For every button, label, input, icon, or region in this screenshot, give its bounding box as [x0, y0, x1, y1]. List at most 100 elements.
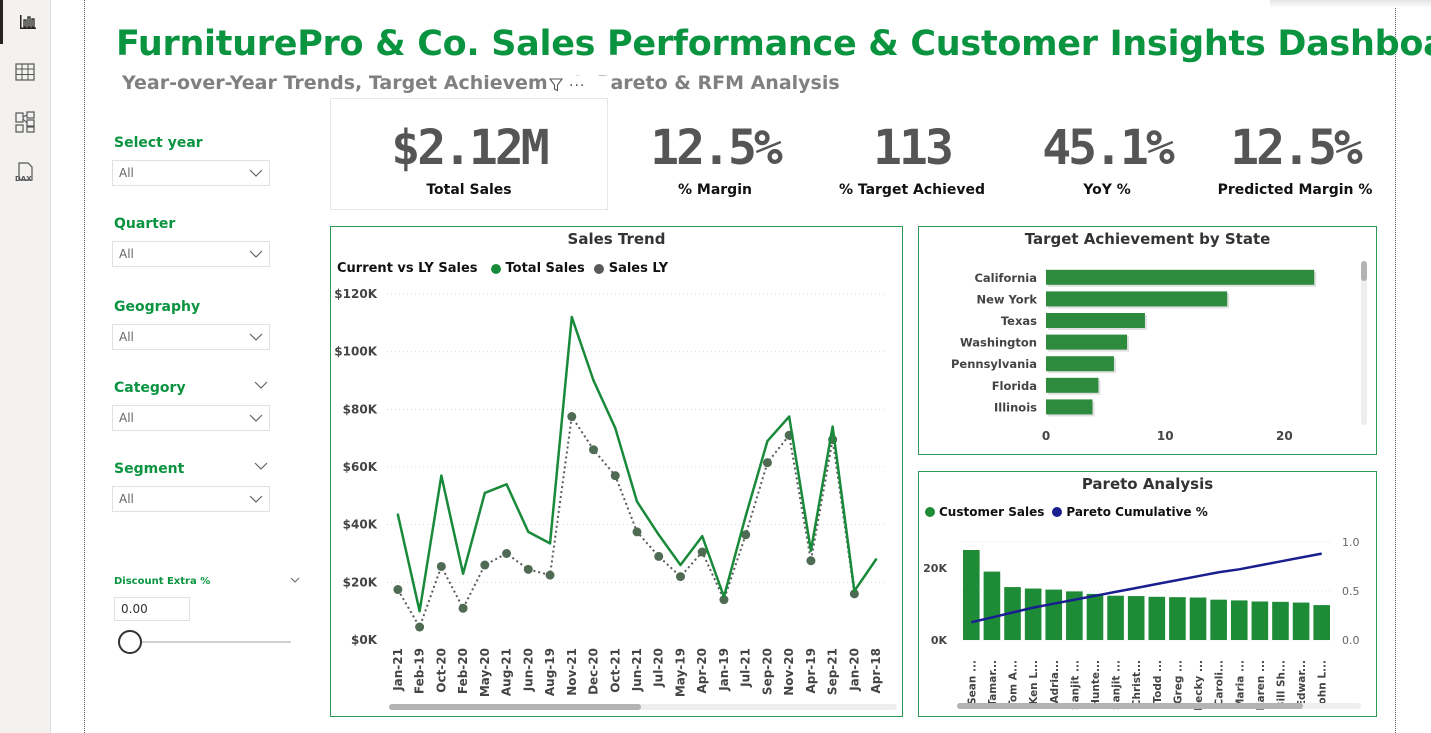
y-category-label: California [974, 271, 1037, 285]
y-tick-label: $60K [343, 460, 378, 474]
x-tick-label: John L... [1317, 660, 1329, 709]
customer-sales-bar [1210, 599, 1227, 640]
target-achieved-card[interactable]: 113 % Target Achieved [817, 120, 1007, 198]
total-sales-card[interactable]: $2.12M Total Sales [330, 120, 608, 198]
customer-sales-bar [1127, 596, 1145, 640]
category-slicer-label: Category [114, 380, 186, 396]
sales-ly-point [762, 458, 772, 468]
x-tick-label: Aug-21 [500, 648, 514, 696]
total-sales-point [505, 483, 508, 486]
total-sales-point [701, 535, 704, 538]
segment-dropdown-value: All [119, 492, 134, 506]
predicted-margin-card[interactable]: 12.5% Predicted Margin % [1200, 120, 1390, 198]
view-nav-rail: DAX [0, 0, 51, 733]
customer-sales-bar [1024, 588, 1042, 640]
vertical-scrollbar-thumb[interactable] [1361, 261, 1367, 281]
more-options-icon[interactable]: ··· [569, 78, 585, 94]
discount-value-input[interactable]: 0.00 [114, 597, 190, 621]
discount-slider-track[interactable] [118, 641, 291, 643]
report-title: FurniturePro & Co. Sales Performance & C… [116, 24, 1431, 64]
total-sales-point [744, 514, 747, 518]
target-by-state-visual[interactable]: Target Achievement by State California Ne… [918, 226, 1377, 455]
total-sales-line [396, 315, 878, 613]
x-tick-label: Apr-19 [804, 648, 818, 693]
vertical-scrollbar-track[interactable] [1361, 261, 1367, 425]
total-sales-point [396, 513, 400, 516]
table-view-icon[interactable] [0, 50, 50, 94]
kpi-label: % Target Achieved [838, 182, 986, 198]
y-category-label: Texas [1001, 314, 1037, 328]
total-sales-point [766, 439, 769, 443]
geography-dropdown-value: All [119, 330, 134, 344]
total-sales-point [657, 533, 660, 536]
customer-sales-bar [1272, 601, 1289, 640]
x-tick-label: Maria ... [1234, 660, 1246, 709]
horizontal-scrollbar-thumb[interactable] [957, 703, 1303, 709]
quarter-dropdown[interactable]: All [112, 241, 270, 267]
y2-tick-label: 0.5 [1342, 585, 1360, 598]
year-dropdown[interactable]: All [112, 160, 270, 186]
total-sales-point [440, 474, 443, 477]
sales-ly-point [415, 622, 425, 632]
sales-ly-point [632, 527, 642, 537]
total-sales-point [787, 415, 791, 418]
sales-ly-point [480, 560, 490, 570]
top-right-shadow [1270, 0, 1431, 8]
x-tick-label: Hunte... [1090, 660, 1102, 708]
y2-tick-label: 1.0 [1342, 536, 1360, 549]
state-bar [1046, 356, 1114, 372]
x-tick-label: Jun-21 [630, 648, 644, 692]
sales-trend-visual[interactable]: Sales Trend Current vs LY Sales Total Sa… [330, 226, 903, 717]
segment-slicer-label: Segment [114, 461, 185, 477]
x-tick-label: Tom A... [1008, 660, 1020, 708]
x-tick-label: Tamar... [987, 660, 999, 707]
x-tick-label: Edwar... [1296, 660, 1308, 707]
chevron-down-icon [249, 169, 263, 177]
x-tick-label: Todd ... [1152, 660, 1164, 704]
category-dropdown[interactable]: All [112, 405, 270, 431]
y-tick-label: $100K [334, 345, 377, 359]
visual-header: ··· [547, 76, 611, 96]
total-sales-point [418, 609, 421, 613]
chevron-down-icon [249, 333, 263, 341]
customer-sales-bar [1169, 597, 1186, 640]
y-category-label: Pennsylvania [951, 357, 1037, 371]
horizontal-scrollbar-thumb[interactable] [389, 704, 641, 710]
x-tick-label: Feb-20 [456, 648, 470, 694]
customer-sales-bar [1045, 589, 1063, 640]
segment-collapse-chevron-icon[interactable] [254, 462, 268, 470]
dax-query-icon[interactable]: DAX [0, 150, 50, 194]
y-tick-label: $80K [343, 402, 378, 416]
kpi-value: 113 [873, 120, 954, 176]
margin-card[interactable]: 12.5% % Margin [620, 120, 810, 198]
y2-tick-label: 0.0 [1342, 634, 1360, 647]
x-tick-label: Oct-21 [608, 648, 622, 693]
segment-dropdown[interactable]: All [112, 486, 270, 512]
y-category-label: Illinois [994, 400, 1037, 414]
quarter-slicer-label: Quarter [114, 216, 176, 232]
x-tick-label: Jul-20 [652, 648, 666, 688]
quarter-dropdown-value: All [119, 247, 134, 261]
chevron-down-icon [249, 414, 263, 422]
yoy-card[interactable]: 45.1% YoY % [1012, 120, 1202, 198]
year-dropdown-value: All [119, 166, 134, 180]
x-tick-label: Nov-21 [565, 648, 579, 696]
x-tick-label: Dec-20 [587, 648, 601, 695]
x-tick-label: Adria... [1049, 660, 1061, 703]
geography-dropdown[interactable]: All [112, 324, 270, 350]
total-sales-point [614, 426, 617, 430]
chevron-down-icon[interactable] [290, 577, 300, 583]
state-bar [1046, 269, 1315, 285]
chevron-down-icon [249, 250, 263, 258]
x-tick-label: Jan-19 [717, 648, 731, 692]
x-tick-label: Jul-21 [739, 648, 753, 688]
report-view-icon[interactable] [0, 0, 53, 44]
kpi-value: 12.5% [650, 120, 783, 176]
customer-sales-bar [1086, 593, 1104, 640]
discount-slider-handle[interactable] [118, 630, 142, 654]
category-collapse-chevron-icon[interactable] [254, 381, 268, 389]
pareto-visual[interactable]: Pareto Analysis Customer Sales Pareto Cu… [918, 471, 1377, 717]
total-sales-point [831, 425, 834, 428]
filter-icon[interactable] [548, 77, 564, 96]
model-view-icon[interactable] [0, 100, 50, 144]
